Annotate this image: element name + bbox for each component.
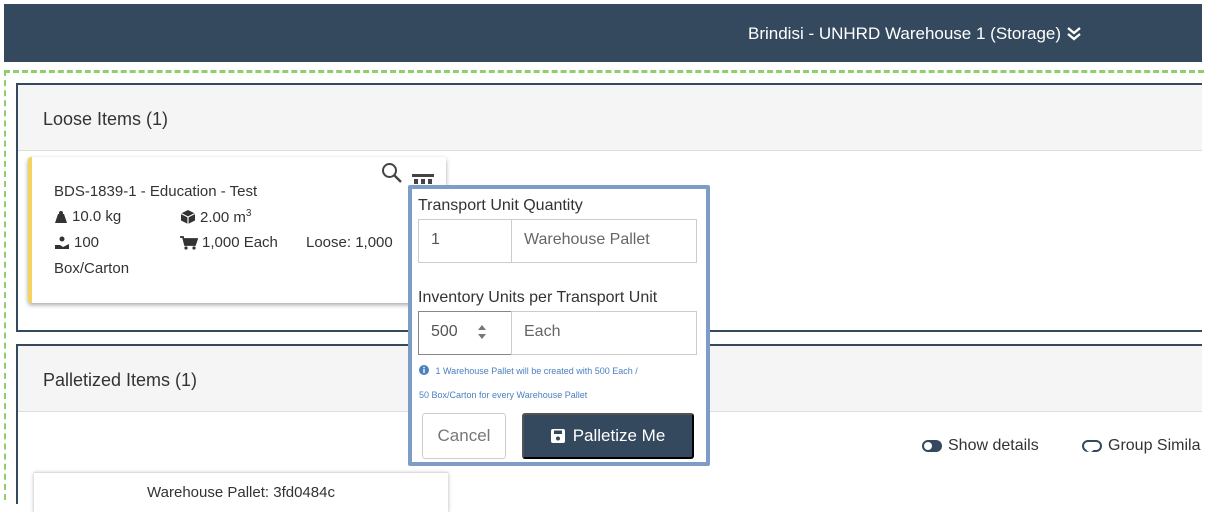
warehouse-name: Brindisi - UNHRD Warehouse 1 (Storage) (748, 24, 1062, 43)
info-icon (419, 365, 429, 375)
group-similar-toggle[interactable]: Group Simila (1082, 437, 1200, 455)
double-chevron-down-icon (1067, 27, 1081, 41)
pallet-label: Warehouse Pallet: 3fd0484c (147, 484, 335, 501)
hand-holding-icon (55, 236, 69, 249)
item-loose-count: Loose: 1,000 (306, 234, 393, 251)
show-details-toggle[interactable]: Show details (922, 437, 1039, 455)
palletize-me-button[interactable]: Palletize Me (522, 413, 694, 459)
search-icon[interactable] (380, 161, 404, 185)
transport-unit-quantity-label: Transport Unit Quantity (418, 197, 583, 214)
inventory-units-label: Inventory Units per Transport Unit (418, 289, 658, 306)
cart-icon (180, 235, 198, 250)
inventory-unit-type: Each (511, 311, 697, 355)
loose-item-card[interactable]: BDS-1839-1 - Education - Test 10.0 kg 2.… (28, 157, 446, 303)
save-icon (550, 429, 565, 443)
item-volume: 2.00 m3 (180, 208, 251, 226)
cancel-button[interactable]: Cancel (422, 413, 506, 459)
loose-items-title: Loose Items (1) (18, 85, 1202, 151)
help-text-2: 50 Box/Carton for every Warehouse Pallet (419, 390, 588, 400)
pallet-card[interactable]: Warehouse Pallet: 3fd0484c (34, 472, 448, 512)
transport-unit-quantity-input[interactable]: 1 (418, 219, 512, 263)
inventory-units-input[interactable]: 500 (418, 311, 512, 355)
toggle-icon (1082, 440, 1102, 452)
transport-unit-type: Warehouse Pallet (511, 219, 697, 263)
palletize-popover: Transport Unit Quantity 1 Warehouse Pall… (408, 185, 710, 466)
stepper-arrows-icon[interactable] (476, 323, 488, 341)
warehouse-selector[interactable]: Brindisi - UNHRD Warehouse 1 (Storage) (748, 24, 1081, 44)
cube-icon (180, 210, 196, 224)
weight-icon (55, 210, 67, 223)
item-package: Box/Carton (54, 260, 130, 277)
top-bar: Brindisi - UNHRD Warehouse 1 (Storage) (4, 4, 1202, 62)
item-quantity: 1,000 Each (180, 234, 278, 251)
item-weight: 10.0 kg (54, 208, 121, 225)
item-name: BDS-1839-1 - Education - Test (54, 183, 258, 200)
item-units: 100 (54, 234, 99, 251)
toggle-icon (922, 440, 942, 452)
help-text: 1 Warehouse Pallet will be created with … (419, 359, 638, 383)
